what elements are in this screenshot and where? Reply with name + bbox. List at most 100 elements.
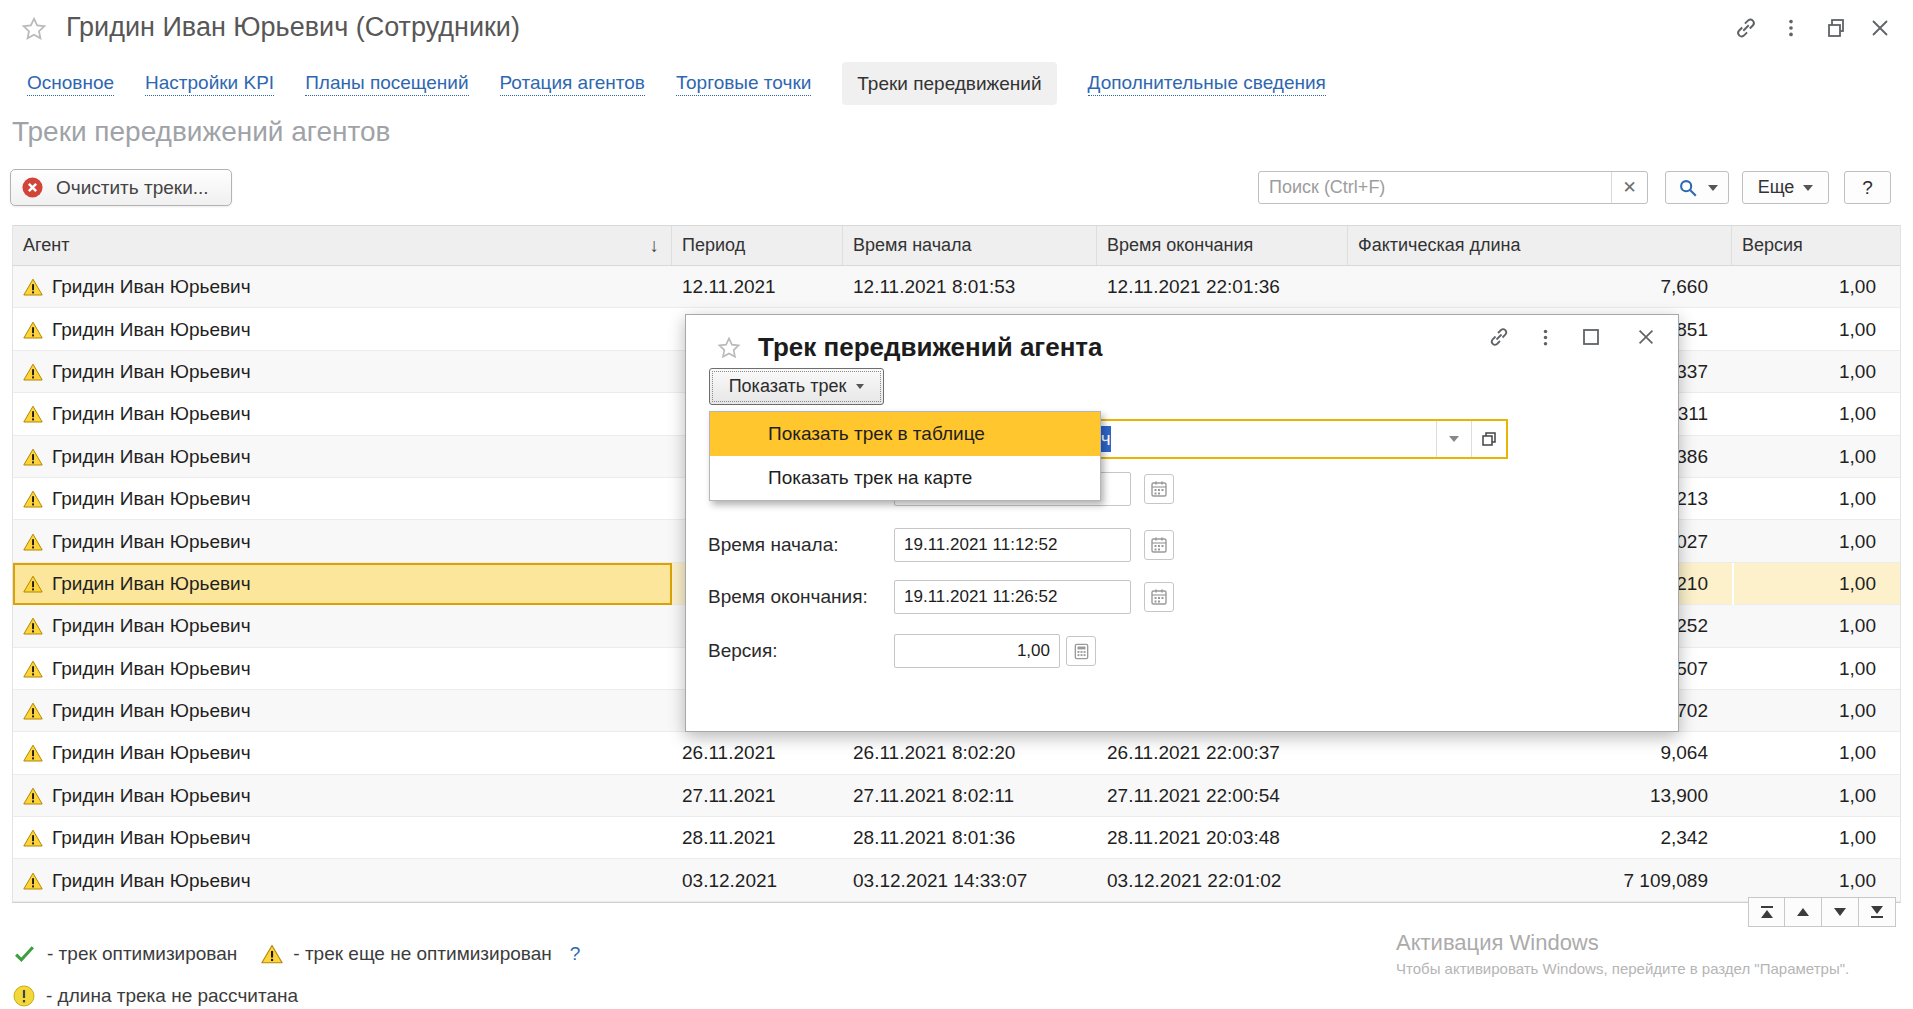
- clear-red-icon: [21, 176, 44, 199]
- warning-icon: [23, 405, 43, 423]
- go-first-button[interactable]: [1748, 897, 1785, 927]
- start-calendar-button[interactable]: [1144, 530, 1174, 560]
- end-time-field[interactable]: 19.11.2021 11:26:52: [894, 580, 1131, 614]
- search-input[interactable]: [1259, 172, 1611, 203]
- tab-Основное[interactable]: Основное: [27, 70, 114, 96]
- search-box: ✕: [1258, 171, 1648, 204]
- help-label: ?: [1862, 177, 1873, 199]
- menu-item[interactable]: Показать трек в таблице: [710, 412, 1100, 456]
- cell: 03.12.2021 22:01:02: [1097, 859, 1348, 901]
- agent-cell: Гридин Иван Юрьевич: [13, 775, 672, 817]
- cell: 03.12.2021: [672, 859, 843, 901]
- go-last-button[interactable]: [1859, 897, 1896, 927]
- column-header[interactable]: Версия: [1732, 226, 1900, 265]
- column-header[interactable]: Время окончания: [1097, 226, 1348, 265]
- tab-Ротация агентов[interactable]: Ротация агентов: [500, 70, 645, 96]
- agent-cell: Гридин Иван Юрьевич: [13, 436, 672, 478]
- version-field[interactable]: 1,00: [894, 634, 1060, 668]
- table-row[interactable]: Гридин Иван Юрьевич03.12.202103.12.2021 …: [13, 859, 1900, 901]
- show-track-button[interactable]: Показать трек: [709, 368, 884, 405]
- more-label: Еще: [1758, 177, 1795, 198]
- cell: 12.11.2021: [672, 266, 843, 308]
- agent-cell: Гридин Иван Юрьевич: [13, 266, 672, 308]
- cell: 1,00: [1732, 817, 1900, 859]
- search-clear-icon[interactable]: ✕: [1611, 172, 1647, 203]
- restore-window-icon[interactable]: [1821, 13, 1851, 43]
- watermark-subtitle: Чтобы активировать Windows, перейдите в …: [1396, 960, 1849, 977]
- cell: 1,00: [1732, 308, 1900, 350]
- warning-icon: [23, 448, 43, 466]
- help-button[interactable]: ?: [1844, 171, 1891, 204]
- cell: 1,00: [1732, 393, 1900, 435]
- link-icon[interactable]: [1731, 13, 1761, 43]
- warning-icon: [23, 660, 43, 678]
- cell: 27.11.2021: [672, 775, 843, 817]
- warning-icon: [23, 575, 43, 593]
- dialog-kebab-menu-icon[interactable]: [1531, 323, 1559, 351]
- legend-not-optimized-text: - трек еще не оптимизирован: [293, 943, 551, 965]
- tab-Треки передвижений[interactable]: Треки передвижений: [842, 62, 1056, 105]
- warning-icon: [23, 533, 43, 551]
- tab-bar: Основное Настройки KPI Планы посещений Рота…: [27, 60, 1326, 106]
- tab-Дополнительные сведения[interactable]: Дополнительные сведения: [1088, 70, 1326, 96]
- dialog-favorite-star-icon[interactable]: [716, 335, 742, 361]
- cell: 28.11.2021 8:01:36: [843, 817, 1097, 859]
- legend-no-length-text: - длина трека не рассчитана: [46, 985, 298, 1007]
- table-row[interactable]: Гридин Иван Юрьевич26.11.202126.11.2021 …: [13, 732, 1900, 774]
- table-row[interactable]: Гридин Иван Юрьевич27.11.202127.11.2021 …: [13, 775, 1900, 817]
- cell: 27.11.2021 22:00:54: [1097, 775, 1348, 817]
- dialog-close-icon[interactable]: [1632, 323, 1660, 351]
- show-track-menu: Показать трек в таблицеПоказать трек на …: [709, 411, 1101, 501]
- sort-desc-icon: ↓: [650, 235, 660, 257]
- close-window-icon[interactable]: [1865, 13, 1895, 43]
- period-calendar-button[interactable]: [1144, 474, 1174, 504]
- warning-icon: [23, 744, 43, 762]
- legend-help-link[interactable]: ?: [570, 943, 581, 965]
- cell: 1,00: [1732, 605, 1900, 647]
- tab-Настройки KPI[interactable]: Настройки KPI: [145, 70, 274, 96]
- page-title: Треки передвижений агентов: [12, 116, 390, 148]
- check-icon: [12, 941, 37, 966]
- cell: 03.12.2021 14:33:07: [843, 859, 1097, 901]
- agent-cell: Гридин Иван Юрьевич: [13, 563, 672, 605]
- legend-optimized-text: - трек оптимизирован: [47, 943, 237, 965]
- clear-tracks-button[interactable]: Очистить треки...: [10, 169, 232, 206]
- combo-dropdown-icon[interactable]: [1436, 421, 1471, 457]
- end-calendar-button[interactable]: [1144, 582, 1174, 612]
- start-time-field[interactable]: 19.11.2021 11:12:52: [894, 528, 1131, 562]
- cell: 7,660: [1348, 266, 1732, 308]
- cell: 1,00: [1732, 520, 1900, 562]
- column-header[interactable]: Агент↓: [13, 226, 672, 265]
- agent-cell: Гридин Иван Юрьевич: [13, 478, 672, 520]
- cell: 1,00: [1732, 775, 1900, 817]
- go-next-button[interactable]: [1822, 897, 1859, 927]
- caret-down-icon: [1803, 185, 1813, 191]
- agent-cell: Гридин Иван Юрьевич: [13, 308, 672, 350]
- open-agent-icon[interactable]: [1471, 421, 1506, 457]
- tab-Торговые точки[interactable]: Торговые точки: [676, 70, 811, 96]
- column-header[interactable]: Период: [672, 226, 843, 265]
- version-calculator-button[interactable]: [1066, 636, 1096, 666]
- kebab-menu-icon[interactable]: [1776, 13, 1806, 43]
- show-track-label: Показать трек: [729, 376, 847, 397]
- dialog-link-icon[interactable]: [1485, 323, 1513, 351]
- warning-icon: [23, 278, 43, 296]
- cell: 27.11.2021 8:02:11: [843, 775, 1097, 817]
- menu-item[interactable]: Показать трек на карте: [710, 456, 1100, 500]
- column-header[interactable]: Фактическая длина: [1348, 226, 1732, 265]
- agent-cell: Гридин Иван Юрьевич: [13, 732, 672, 774]
- table-row[interactable]: Гридин Иван Юрьевич12.11.202112.11.2021 …: [13, 266, 1900, 308]
- tab-Планы посещений[interactable]: Планы посещений: [305, 70, 468, 96]
- more-button[interactable]: Еще: [1742, 171, 1829, 204]
- dialog-maximize-icon[interactable]: [1577, 323, 1605, 351]
- favorite-star-icon[interactable]: [20, 15, 48, 43]
- table-row[interactable]: Гридин Иван Юрьевич28.11.202128.11.2021 …: [13, 817, 1900, 859]
- search-button[interactable]: [1665, 171, 1729, 204]
- watermark-title: Активация Windows: [1396, 930, 1849, 956]
- cell: 2,342: [1348, 817, 1732, 859]
- column-header[interactable]: Время начала: [843, 226, 1097, 265]
- go-prev-button[interactable]: [1785, 897, 1822, 927]
- cell: 26.11.2021 22:00:37: [1097, 732, 1348, 774]
- warning-icon: [23, 787, 43, 805]
- exclamation-circle-icon: [12, 984, 36, 1008]
